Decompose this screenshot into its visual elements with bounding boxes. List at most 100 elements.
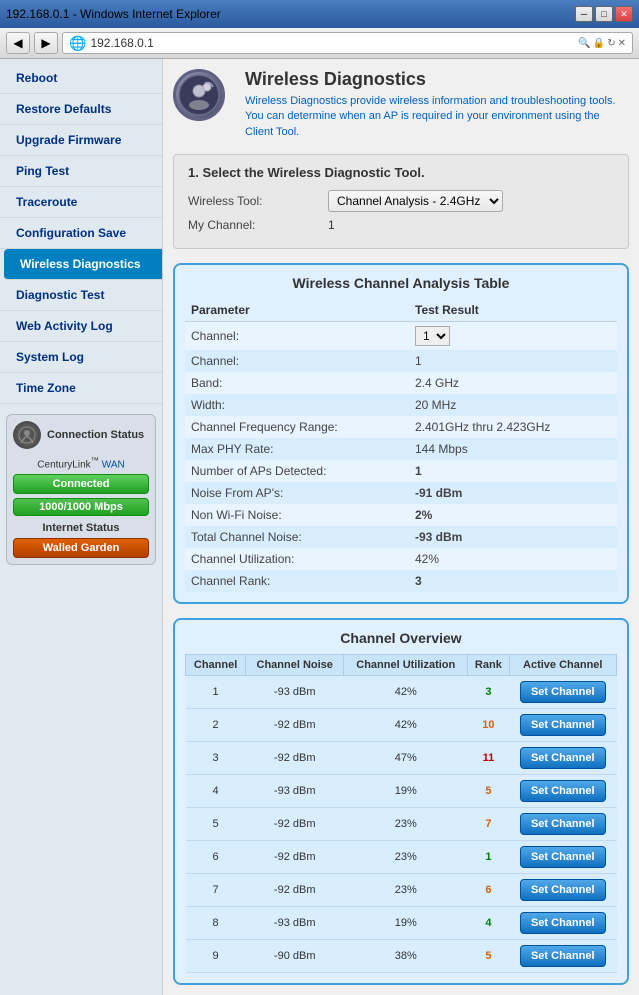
address-text[interactable]: 192.168.0.1 — [90, 36, 574, 50]
nav-bar: ◀ ▶ 🌐 192.168.0.1 🔍 🔒 ↻ ✕ — [0, 28, 639, 59]
analysis-value-cell: 1 — [409, 350, 617, 372]
sidebar-item-upgrade-firmware[interactable]: Upgrade Firmware — [0, 125, 162, 156]
overview-active-channel-cell[interactable]: Set Channel — [509, 841, 617, 874]
overview-table-row: 5-92 dBm23%7Set Channel — [186, 808, 617, 841]
analysis-table-row: Channel Frequency Range:2.401GHz thru 2.… — [185, 416, 617, 438]
my-channel-label: My Channel: — [188, 218, 328, 232]
overview-utilization-cell: 19% — [344, 775, 468, 808]
analysis-param-cell: Channel: — [185, 322, 409, 351]
set-channel-button[interactable]: Set Channel — [520, 912, 606, 934]
title-bar: 192.168.0.1 - Windows Internet Explorer … — [0, 0, 639, 28]
overview-active-channel-cell[interactable]: Set Channel — [509, 808, 617, 841]
analysis-param-cell: Channel Frequency Range: — [185, 416, 409, 438]
walled-garden-badge: Walled Garden — [13, 538, 149, 558]
overview-active-channel-cell[interactable]: Set Channel — [509, 907, 617, 940]
sidebar-item-wireless-diagnostics[interactable]: Wireless Diagnostics — [4, 249, 162, 280]
sidebar-item-restore-defaults[interactable]: Restore Defaults — [0, 94, 162, 125]
analysis-value-cell: 2.4 GHz — [409, 372, 617, 394]
my-channel-value: 1 — [328, 218, 335, 232]
connection-panel-header: Connection Status — [13, 421, 149, 449]
overview-table-row: 7-92 dBm23%6Set Channel — [186, 874, 617, 907]
page-icon — [173, 69, 233, 124]
overview-utilization-cell: 38% — [344, 940, 468, 973]
analysis-param-cell: Noise From AP's: — [185, 482, 409, 504]
analysis-value-cell: 1 — [409, 460, 617, 482]
main-container: Reboot Restore Defaults Upgrade Firmware… — [0, 59, 639, 995]
speed-badge: 1000/1000 Mbps — [13, 498, 149, 516]
my-channel-row: My Channel: 1 — [188, 218, 614, 232]
maximize-button[interactable]: □ — [595, 6, 613, 22]
overview-active-channel-cell[interactable]: Set Channel — [509, 940, 617, 973]
overview-utilization-cell: 42% — [344, 676, 468, 709]
back-button[interactable]: ◀ — [6, 32, 30, 54]
sidebar-item-diagnostic-test[interactable]: Diagnostic Test — [0, 280, 162, 311]
channel-select[interactable]: 1 — [415, 326, 450, 346]
analysis-table-row: Noise From AP's:-91 dBm — [185, 482, 617, 504]
connection-status-title: Connection Status — [47, 429, 144, 441]
forward-button[interactable]: ▶ — [34, 32, 58, 54]
stop-icon[interactable]: ✕ — [618, 38, 626, 49]
analysis-table-row: Width:20 MHz — [185, 394, 617, 416]
minimize-button[interactable]: ─ — [575, 6, 593, 22]
overview-active-channel-cell[interactable]: Set Channel — [509, 676, 617, 709]
sidebar-item-web-activity-log[interactable]: Web Activity Log — [0, 311, 162, 342]
sidebar-item-ping-test[interactable]: Ping Test — [0, 156, 162, 187]
analysis-value-cell[interactable]: 1 — [409, 322, 617, 351]
page-description: Wireless Diagnostics provide wireless in… — [245, 94, 629, 140]
analysis-table-row: Number of APs Detected:1 — [185, 460, 617, 482]
sidebar-item-time-zone[interactable]: Time Zone — [0, 373, 162, 404]
set-channel-button[interactable]: Set Channel — [520, 846, 606, 868]
overview-channel-cell: 4 — [186, 775, 246, 808]
analysis-table-row: Channel Utilization:42% — [185, 548, 617, 570]
overview-noise-cell: -92 dBm — [246, 742, 344, 775]
overview-noise-cell: -93 dBm — [246, 907, 344, 940]
col-result: Test Result — [409, 299, 617, 322]
connected-status-badge: Connected — [13, 474, 149, 494]
overview-rank-cell: 7 — [468, 808, 509, 841]
overview-active-channel-cell[interactable]: Set Channel — [509, 775, 617, 808]
set-channel-button[interactable]: Set Channel — [520, 681, 606, 703]
connection-icon — [13, 421, 41, 449]
sidebar-item-traceroute[interactable]: Traceroute — [0, 187, 162, 218]
set-channel-button[interactable]: Set Channel — [520, 945, 606, 967]
connection-status-panel: Connection Status CenturyLink™ WAN Conne… — [6, 414, 156, 565]
lock-icon: 🔒 — [593, 38, 605, 49]
analysis-table-row: Channel:1 — [185, 350, 617, 372]
overview-rank-cell: 4 — [468, 907, 509, 940]
wireless-tool-select[interactable]: Channel Analysis - 2.4GHz Channel Analys… — [328, 190, 503, 212]
search-icon: 🔍 — [578, 38, 590, 49]
analysis-param-cell: Number of APs Detected: — [185, 460, 409, 482]
analysis-param-cell: Channel: — [185, 350, 409, 372]
set-channel-button[interactable]: Set Channel — [520, 879, 606, 901]
analysis-value-cell: 144 Mbps — [409, 438, 617, 460]
analysis-param-cell: Total Channel Noise: — [185, 526, 409, 548]
overview-active-channel-cell[interactable]: Set Channel — [509, 874, 617, 907]
analysis-table-row: Channel: 1 — [185, 322, 617, 351]
set-channel-button[interactable]: Set Channel — [520, 714, 606, 736]
set-channel-button[interactable]: Set Channel — [520, 747, 606, 769]
analysis-param-cell: Channel Utilization: — [185, 548, 409, 570]
sidebar-item-system-log[interactable]: System Log — [0, 342, 162, 373]
analysis-param-cell: Non Wi-Fi Noise: — [185, 504, 409, 526]
overview-table-row: 4-93 dBm19%5Set Channel — [186, 775, 617, 808]
overview-active-channel-cell[interactable]: Set Channel — [509, 742, 617, 775]
overview-active-channel-cell[interactable]: Set Channel — [509, 709, 617, 742]
overview-table-row: 1-93 dBm42%3Set Channel — [186, 676, 617, 709]
sidebar-item-reboot[interactable]: Reboot — [0, 63, 162, 94]
overview-col-header: Rank — [468, 655, 509, 676]
analysis-table-row: Non Wi-Fi Noise:2% — [185, 504, 617, 526]
set-channel-button[interactable]: Set Channel — [520, 813, 606, 835]
internet-status-label: Internet Status — [13, 522, 149, 534]
close-button[interactable]: ✕ — [615, 6, 633, 22]
analysis-table-title: Wireless Channel Analysis Table — [185, 275, 617, 291]
sidebar-item-configuration-save[interactable]: Configuration Save — [0, 218, 162, 249]
overview-channel-cell: 7 — [186, 874, 246, 907]
set-channel-button[interactable]: Set Channel — [520, 780, 606, 802]
overview-noise-cell: -92 dBm — [246, 709, 344, 742]
analysis-value-cell: -93 dBm — [409, 526, 617, 548]
overview-noise-cell: -93 dBm — [246, 775, 344, 808]
overview-rank-cell: 11 — [468, 742, 509, 775]
content-area: Wireless Diagnostics Wireless Diagnostic… — [163, 59, 639, 995]
page-title: Wireless Diagnostics — [245, 69, 629, 90]
refresh-icon[interactable]: ↻ — [607, 38, 615, 49]
